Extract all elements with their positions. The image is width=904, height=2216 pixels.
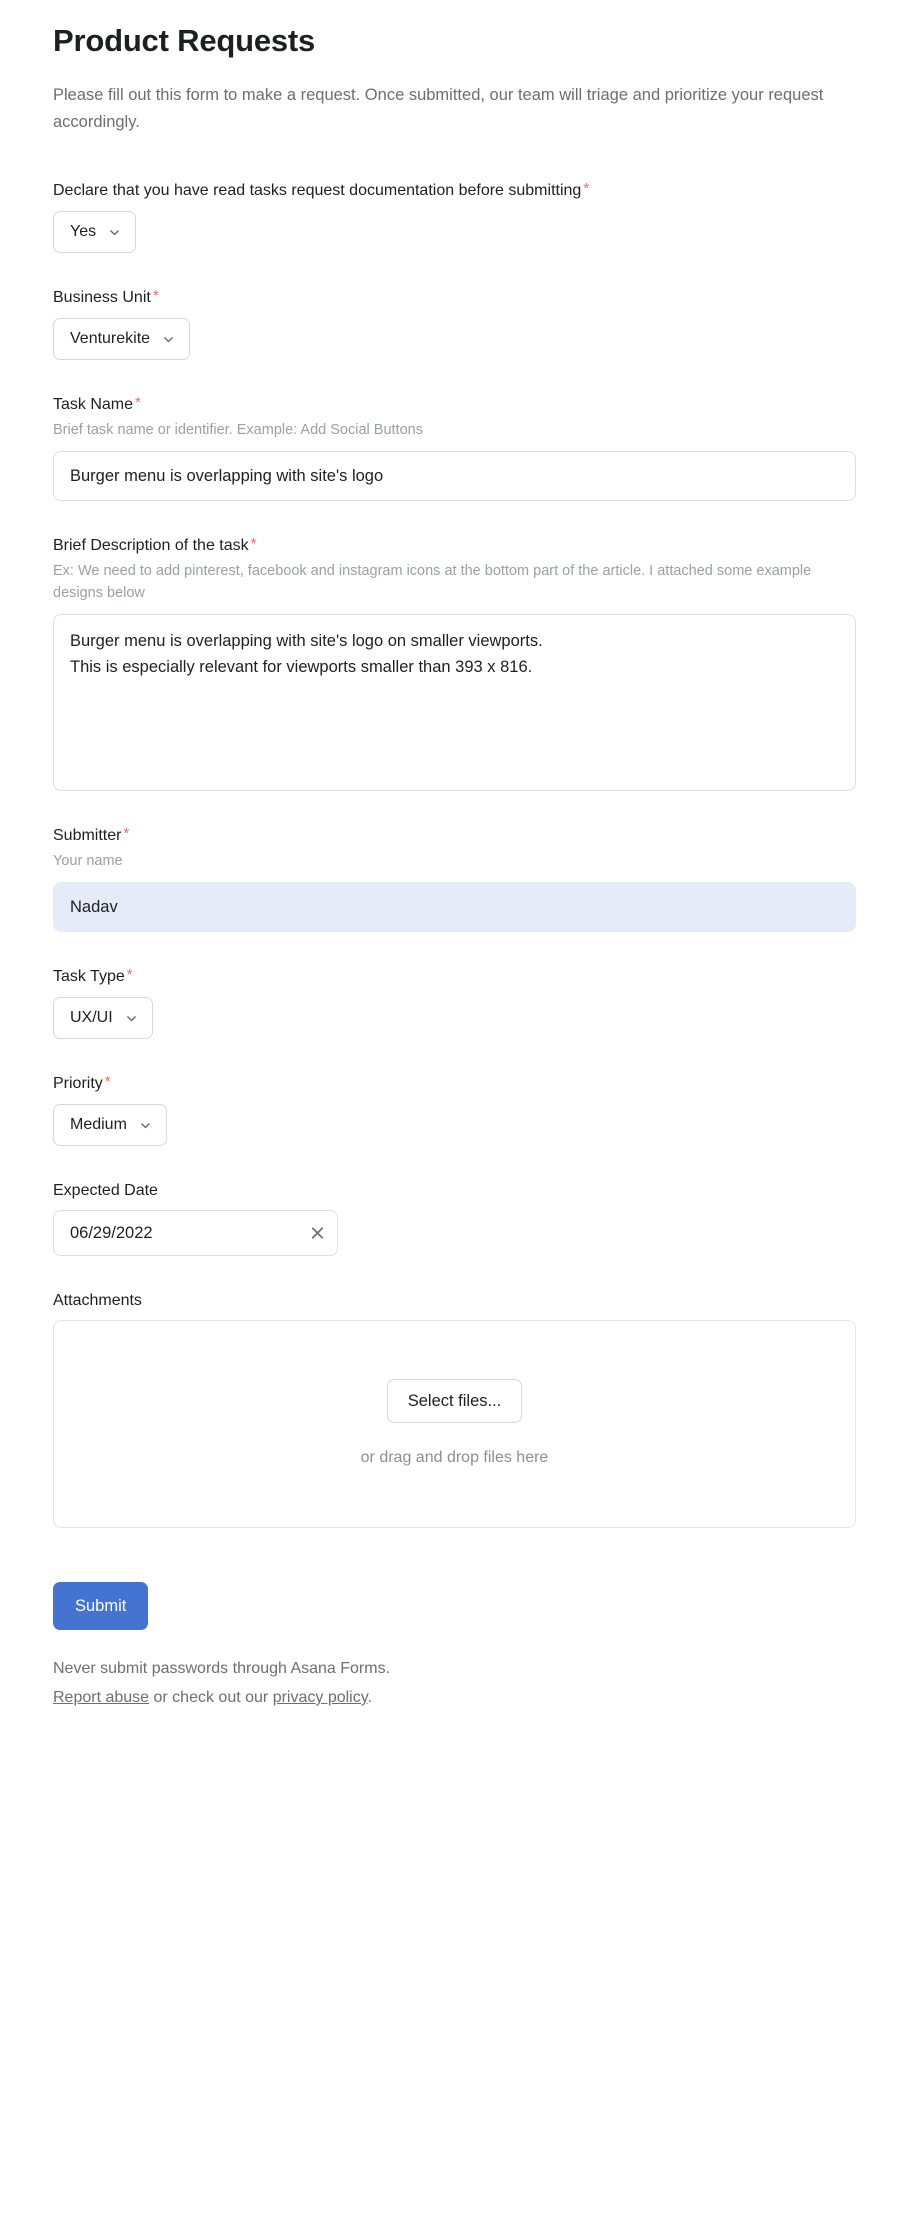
attachments-dropzone[interactable]: Select files... or drag and drop files h…	[53, 1320, 856, 1528]
task-type-label-text: Task Type	[53, 968, 125, 985]
required-asterisk: *	[126, 966, 133, 983]
task-name-hint: Brief task name or identifier. Example: …	[53, 422, 423, 438]
page-title: Product Requests	[53, 23, 316, 58]
select-files-button[interactable]: Select files...	[386, 1379, 523, 1423]
password-warning: Never submit passwords through Asana For…	[53, 1660, 391, 1677]
brief-description-label: Brief Description of the task *	[53, 535, 856, 557]
submit-button[interactable]: Submit	[53, 1582, 149, 1630]
field-task-name: Task Name * Brief task name or identifier…	[53, 394, 856, 501]
field-declaration: Declare that you have read tasks request…	[53, 180, 856, 253]
priority-label: Priority *	[53, 1073, 856, 1095]
form-description: Please fill out this form to make a requ…	[53, 86, 824, 131]
required-asterisk: *	[250, 535, 257, 552]
form-footer: Submit Never submit passwords through As…	[53, 1582, 856, 1712]
field-priority: Priority * Medium	[53, 1073, 856, 1146]
legal-end-text: .	[367, 1689, 372, 1706]
chevron-down-icon	[162, 333, 175, 346]
drag-drop-hint: or drag and drop files here	[360, 1449, 549, 1466]
declaration-label-text: Declare that you have read tasks request…	[53, 182, 582, 199]
task-type-select[interactable]: UX/UI	[53, 997, 153, 1039]
task-type-label: Task Type *	[53, 966, 856, 988]
priority-label-text: Priority	[53, 1075, 103, 1092]
task-name-label: Task Name *	[53, 394, 856, 416]
expected-date-wrapper	[53, 1210, 338, 1256]
business-unit-value: Venturekite	[70, 330, 151, 347]
submitter-label: Submitter *	[53, 825, 856, 847]
task-name-label-text: Task Name	[53, 396, 134, 413]
legal-middle-text: or check out our	[149, 1689, 273, 1706]
required-asterisk: *	[135, 394, 141, 411]
report-abuse-link[interactable]: Report abuse	[53, 1689, 149, 1706]
required-asterisk: *	[152, 287, 159, 304]
close-icon[interactable]	[308, 1224, 327, 1243]
business-unit-select[interactable]: Venturekite	[53, 318, 191, 360]
attachments-label-text: Attachments	[53, 1292, 142, 1309]
brief-description-label-text: Brief Description of the task	[53, 537, 249, 554]
task-type-value: UX/UI	[70, 1009, 113, 1026]
field-expected-date: Expected Date	[53, 1180, 856, 1256]
required-asterisk: *	[104, 1073, 111, 1090]
chevron-down-icon	[139, 1119, 152, 1132]
business-unit-label: Business Unit *	[53, 287, 856, 309]
required-asterisk: *	[583, 180, 590, 197]
form-page: Product Requests Please fill out this fo…	[0, 0, 904, 1712]
field-brief-description: Brief Description of the task * Ex: We ne…	[53, 535, 856, 791]
task-name-input[interactable]	[53, 451, 856, 501]
brief-description-hint: Ex: We need to add pinterest, facebook a…	[53, 563, 812, 601]
priority-select[interactable]: Medium	[53, 1104, 167, 1146]
declaration-value: Yes	[70, 223, 97, 240]
required-asterisk: *	[123, 825, 130, 842]
expected-date-label: Expected Date	[53, 1180, 856, 1202]
chevron-down-icon	[108, 226, 121, 239]
submitter-label-text: Submitter	[53, 827, 122, 844]
submitter-input[interactable]	[53, 882, 856, 932]
declaration-label: Declare that you have read tasks request…	[53, 180, 856, 202]
field-submitter: Submitter * Your name	[53, 825, 856, 932]
brief-description-textarea[interactable]	[53, 614, 856, 791]
field-attachments: Attachments Select files... or drag and …	[53, 1290, 856, 1528]
legal-links-line: Report abuse or check out our privacy po…	[53, 1683, 856, 1712]
field-business-unit: Business Unit * Venturekite	[53, 287, 856, 360]
field-task-type: Task Type * UX/UI	[53, 966, 856, 1039]
submitter-hint: Your name	[53, 853, 123, 869]
privacy-policy-link[interactable]: privacy policy	[273, 1689, 368, 1706]
attachments-label: Attachments	[53, 1290, 856, 1312]
business-unit-label-text: Business Unit	[53, 289, 151, 306]
legal-text: Never submit passwords through Asana For…	[53, 1654, 856, 1712]
expected-date-input[interactable]	[53, 1210, 338, 1256]
priority-value: Medium	[70, 1116, 127, 1133]
expected-date-label-text: Expected Date	[53, 1182, 158, 1199]
chevron-down-icon	[125, 1012, 138, 1025]
declaration-select[interactable]: Yes	[53, 211, 137, 253]
